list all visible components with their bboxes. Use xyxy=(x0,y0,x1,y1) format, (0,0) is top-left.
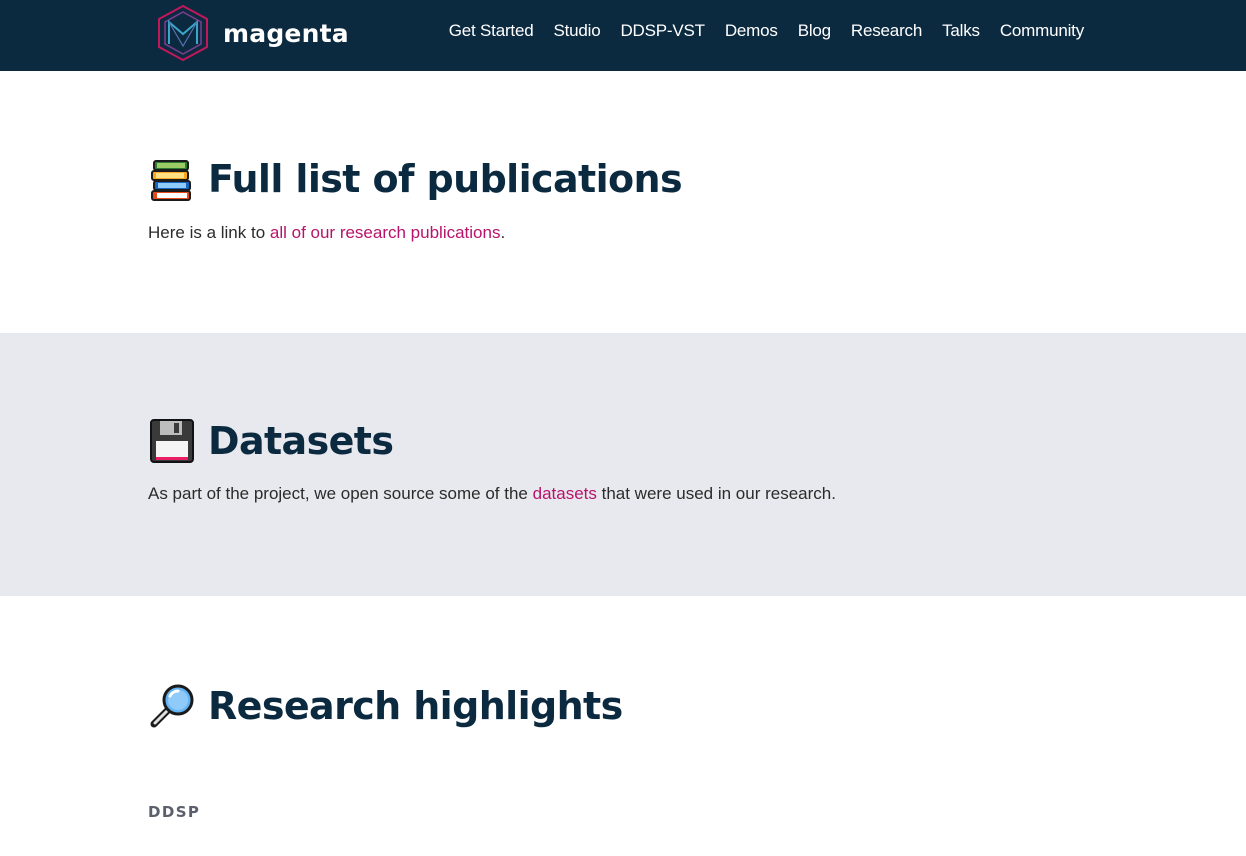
nav-studio[interactable]: Studio xyxy=(553,21,600,41)
books-icon xyxy=(151,160,191,201)
datasets-text-prefix: As part of the project, we open source s… xyxy=(148,484,533,503)
nav-ddsp-vst[interactable]: DDSP-VST xyxy=(620,21,705,41)
nav-demos[interactable]: Demos xyxy=(725,21,778,41)
publications-description: Here is a link to all of our research pu… xyxy=(148,223,505,243)
datasets-text-suffix: that were used in our research. xyxy=(596,484,836,503)
nav-blog[interactable]: Blog xyxy=(798,21,831,41)
magenta-logo[interactable]: magenta xyxy=(157,4,349,62)
publications-title: Full list of publications xyxy=(208,157,683,201)
datasets-link[interactable]: datasets xyxy=(533,484,597,503)
all-publications-link[interactable]: all of our research publications xyxy=(270,223,501,242)
publications-heading: Full list of publications xyxy=(148,155,683,203)
publications-text-prefix: Here is a link to xyxy=(148,223,270,242)
highlights-section: Research highlights DDSP xyxy=(0,596,1246,856)
nav-get-started[interactable]: Get Started xyxy=(449,21,534,41)
datasets-title: Datasets xyxy=(208,419,394,463)
main-nav: Get Started Studio DDSP-VST Demos Blog R… xyxy=(449,19,1084,43)
magnifying-glass-icon xyxy=(150,684,194,728)
nav-talks[interactable]: Talks xyxy=(942,21,980,41)
magenta-logo-icon xyxy=(158,4,208,62)
highlights-heading: Research highlights xyxy=(148,682,623,730)
site-header: magenta Get Started Studio DDSP-VST Demo… xyxy=(0,0,1246,71)
datasets-section: Datasets As part of the project, we open… xyxy=(0,333,1246,596)
datasets-description: As part of the project, we open source s… xyxy=(148,484,836,504)
floppy-disk-icon xyxy=(150,419,194,463)
publications-text-suffix: . xyxy=(500,223,506,242)
datasets-heading: Datasets xyxy=(148,417,394,465)
nav-community[interactable]: Community xyxy=(1000,21,1084,41)
publications-section: Full list of publications Here is a link… xyxy=(0,71,1246,333)
highlights-title: Research highlights xyxy=(208,684,623,728)
nav-research[interactable]: Research xyxy=(851,21,922,41)
ddsp-highlight-label[interactable]: DDSP xyxy=(148,803,200,821)
brand-name: magenta xyxy=(223,18,349,48)
